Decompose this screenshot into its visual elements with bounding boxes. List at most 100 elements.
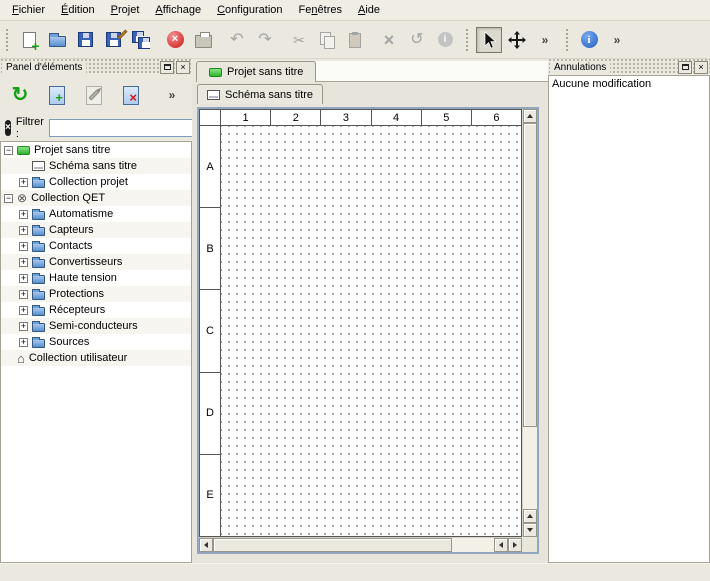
project-tab-bar: Projet sans titre xyxy=(192,59,548,82)
vertical-scroll-thumb[interactable] xyxy=(523,123,537,427)
project-tab[interactable]: Projet sans titre xyxy=(196,61,316,82)
float-icon xyxy=(164,64,171,70)
expand-expander-icon[interactable] xyxy=(19,178,28,187)
scroll-right-button[interactable] xyxy=(508,538,522,552)
delete-element-button[interactable]: × xyxy=(116,80,146,110)
new-project-button[interactable]: + xyxy=(16,27,42,53)
toolbar-overflow-button[interactable]: » xyxy=(532,27,558,53)
paste-button[interactable] xyxy=(342,27,368,53)
menu-fenetres[interactable]: Fenêtres xyxy=(291,2,350,18)
tree-item-schema[interactable]: Schéma sans titre xyxy=(1,158,191,174)
tree-item-label: Automatisme xyxy=(49,208,113,220)
toolbar-grip[interactable] xyxy=(465,28,469,52)
expand-expander-icon[interactable] xyxy=(19,210,28,219)
undo-history-list[interactable]: Aucune modification xyxy=(548,75,710,563)
copy-icon xyxy=(320,32,335,48)
diagram-view: 1 2 3 4 5 6 A B C D E xyxy=(197,107,539,554)
menu-aide[interactable]: Aide xyxy=(350,2,388,18)
undo-button[interactable]: ↶ xyxy=(224,27,250,53)
expand-expander-icon[interactable] xyxy=(19,306,28,315)
element-info-button[interactable]: i xyxy=(432,27,458,53)
save-all-button[interactable] xyxy=(128,27,154,53)
main-toolbar: + × xyxy=(0,21,710,59)
tree-item-convertisseurs[interactable]: Convertisseurs xyxy=(1,254,191,270)
collapse-expander-icon[interactable] xyxy=(4,194,13,203)
delete-button[interactable]: × xyxy=(376,27,402,53)
menu-affichage[interactable]: Affichage xyxy=(147,2,209,18)
save-project-button[interactable] xyxy=(72,27,98,53)
dock-float-button[interactable] xyxy=(160,61,174,74)
tree-item-recepteurs[interactable]: Récepteurs xyxy=(1,302,191,318)
tree-item-sources[interactable]: Sources xyxy=(1,334,191,350)
arrow-up-icon xyxy=(527,114,533,118)
copy-button[interactable] xyxy=(314,27,340,53)
scroll-up-button-2[interactable] xyxy=(523,509,537,523)
arrow-left-icon xyxy=(204,542,208,548)
elements-panel-titlebar[interactable]: Panel d'éléments × xyxy=(0,59,192,75)
expand-expander-icon[interactable] xyxy=(19,290,28,299)
scroll-down-button[interactable] xyxy=(523,523,537,537)
tree-item-haute-tension[interactable]: Haute tension xyxy=(1,270,191,286)
diagram-page[interactable]: 1 2 3 4 5 6 A B C D E xyxy=(199,109,522,537)
vertical-scroll-track[interactable] xyxy=(523,427,537,509)
panel-overflow-button[interactable]: » xyxy=(157,80,187,110)
dock-close-button[interactable]: × xyxy=(176,61,190,74)
open-project-button[interactable] xyxy=(44,27,70,53)
clear-filter-button[interactable]: × xyxy=(5,120,11,136)
save-as-icon xyxy=(106,32,121,47)
toolbar-overflow-button-2[interactable]: » xyxy=(604,27,630,53)
menu-edition[interactable]: Édition xyxy=(53,2,103,18)
about-button[interactable]: i xyxy=(576,27,602,53)
new-element-button[interactable]: + xyxy=(42,80,72,110)
tree-item-contacts[interactable]: Contacts xyxy=(1,238,191,254)
save-as-button[interactable] xyxy=(100,27,126,53)
menu-projet[interactable]: Projet xyxy=(103,2,148,18)
move-mode-button[interactable] xyxy=(504,27,530,53)
tree-item-protections[interactable]: Protections xyxy=(1,286,191,302)
cut-button[interactable]: ✂ xyxy=(286,27,312,53)
tree-item-automatisme[interactable]: Automatisme xyxy=(1,206,191,222)
undo-panel-titlebar[interactable]: Annulations × xyxy=(548,59,710,75)
expand-expander-icon[interactable] xyxy=(19,322,28,331)
menu-configuration[interactable]: Configuration xyxy=(209,2,290,18)
tree-item-project[interactable]: Projet sans titre xyxy=(1,142,191,158)
scroll-up-button[interactable] xyxy=(523,109,537,123)
chevron-right-icon: » xyxy=(542,33,549,47)
toolbar-grip[interactable] xyxy=(5,28,9,52)
horizontal-scroll-track[interactable] xyxy=(452,538,494,552)
folder-icon xyxy=(32,227,45,236)
print-button[interactable] xyxy=(190,27,216,53)
expand-expander-icon[interactable] xyxy=(19,338,28,347)
collapse-expander-icon[interactable] xyxy=(4,146,13,155)
tree-item-collection-utilisateur[interactable]: ⌂ Collection utilisateur xyxy=(1,350,191,366)
tree-item-capteurs[interactable]: Capteurs xyxy=(1,222,191,238)
dock-float-button[interactable] xyxy=(678,61,692,74)
tree-item-semi-conducteurs[interactable]: Semi-conducteurs xyxy=(1,318,191,334)
rotate-button[interactable]: ↺ xyxy=(404,27,430,53)
scroll-left-button-2[interactable] xyxy=(494,538,508,552)
select-mode-button[interactable] xyxy=(476,27,502,53)
expand-expander-icon[interactable] xyxy=(19,274,28,283)
diagram-canvas[interactable] xyxy=(221,126,521,536)
toolbar-grip[interactable] xyxy=(565,28,569,52)
tree-item-label: Convertisseurs xyxy=(49,256,122,268)
redo-button[interactable]: ↷ xyxy=(252,27,278,53)
expand-expander-icon[interactable] xyxy=(19,226,28,235)
project-tab-label: Projet sans titre xyxy=(227,66,303,78)
reload-collections-button[interactable]: ↻ xyxy=(5,80,35,110)
dock-close-button[interactable]: × xyxy=(694,61,708,74)
tree-item-collection-qet[interactable]: ⊗ Collection QET xyxy=(1,190,191,206)
expand-expander-icon[interactable] xyxy=(19,258,28,267)
close-file-button[interactable]: × xyxy=(162,27,188,53)
menu-fichier[interactable]: Fichier xyxy=(4,2,53,18)
schema-tab[interactable]: Schéma sans titre xyxy=(197,84,323,104)
expand-expander-icon[interactable] xyxy=(19,242,28,251)
filter-input[interactable] xyxy=(49,119,197,137)
horizontal-scrollbar[interactable] xyxy=(199,537,522,552)
edit-element-button[interactable] xyxy=(79,80,109,110)
scroll-left-button[interactable] xyxy=(199,538,213,552)
horizontal-scroll-thumb[interactable] xyxy=(213,538,452,552)
vertical-scrollbar[interactable] xyxy=(522,109,537,537)
elements-tree: Projet sans titre Schéma sans titre Coll… xyxy=(0,141,192,563)
tree-item-collection-projet[interactable]: Collection projet xyxy=(1,174,191,190)
